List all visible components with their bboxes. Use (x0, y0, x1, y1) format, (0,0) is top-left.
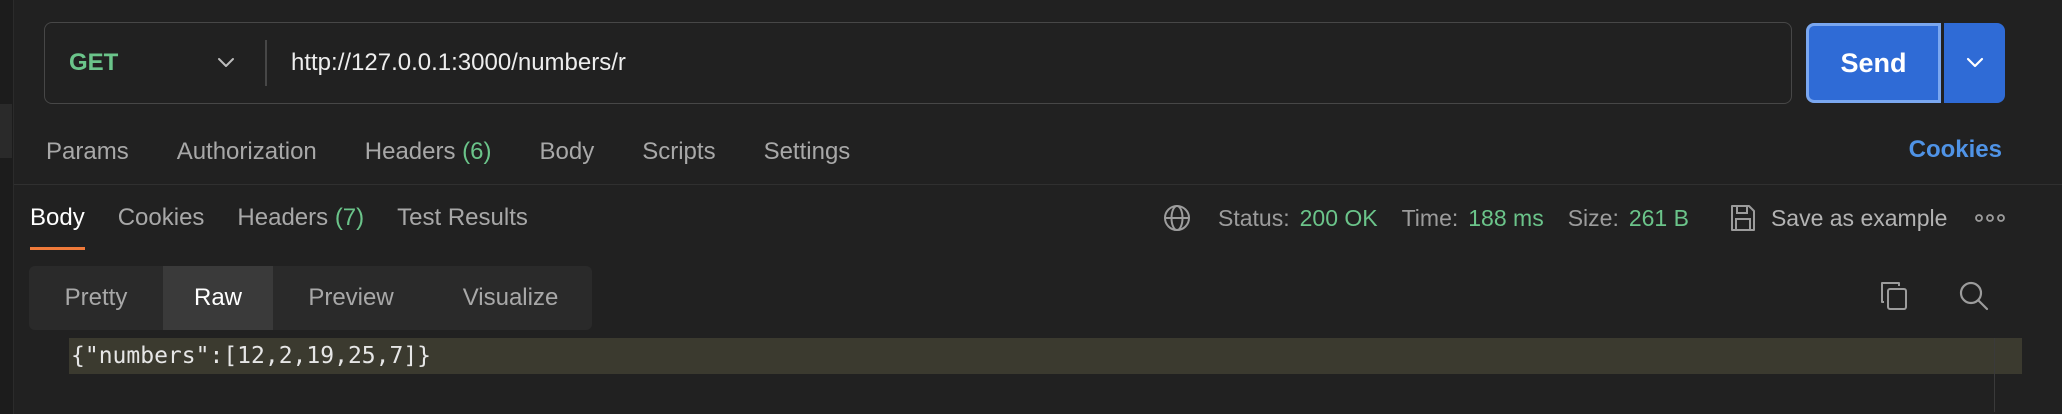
response-tab-cookies[interactable]: Cookies (118, 202, 205, 250)
status-label: Status: (1218, 204, 1290, 231)
url-input[interactable]: http://127.0.0.1:3000/numbers/r (267, 23, 1791, 103)
response-headers-count: (7) (334, 204, 365, 231)
headers-count: (6) (462, 138, 492, 165)
sidebar-edge-marker (0, 104, 12, 158)
body-format-toggle: Pretty Raw Preview Visualize (29, 266, 592, 330)
tab-headers[interactable]: Headers (6) (365, 138, 492, 166)
method-select[interactable]: GET (45, 23, 265, 103)
tab-authorization[interactable]: Authorization (177, 138, 317, 166)
save-as-example-button[interactable]: Save as example (1771, 205, 1947, 232)
response-tab-headers[interactable]: Headers (7) (237, 202, 364, 250)
section-divider (14, 184, 2062, 185)
chevron-down-icon (1966, 57, 1984, 69)
response-tab-headers-label: Headers (237, 204, 329, 231)
request-tabs: Params Authorization Headers (6) Body Sc… (46, 136, 898, 168)
tab-headers-label: Headers (364, 138, 456, 165)
send-button[interactable]: Send (1806, 23, 1941, 103)
size-label: Size: (1567, 204, 1619, 231)
response-meta: Status: 200 OK Time: 188 ms Size: 261 B … (1162, 202, 2006, 234)
format-raw[interactable]: Raw (163, 266, 273, 330)
time-value: 188 ms (1468, 204, 1544, 231)
save-icon[interactable] (1729, 203, 1757, 233)
response-body-text[interactable]: {"numbers":[12,2,19,25,7]} (69, 338, 2022, 374)
response-tab-body[interactable]: Body (30, 202, 85, 250)
tab-settings[interactable]: Settings (764, 138, 851, 166)
tab-scripts[interactable]: Scripts (642, 138, 715, 166)
api-client-window: GET http://127.0.0.1:3000/numbers/r Send… (0, 0, 2062, 414)
tab-params[interactable]: Params (46, 138, 129, 166)
cookies-link[interactable]: Cookies (1909, 136, 2002, 164)
tab-body[interactable]: Body (540, 138, 595, 166)
response-tabs: Body Cookies Headers (7) Test Results (30, 202, 561, 250)
format-visualize[interactable]: Visualize (429, 266, 592, 330)
format-preview[interactable]: Preview (273, 266, 429, 330)
copy-icon[interactable] (1879, 280, 1909, 312)
search-icon[interactable] (1958, 280, 1990, 312)
send-options-button[interactable] (1944, 23, 2005, 103)
format-pretty[interactable]: Pretty (29, 266, 163, 330)
method-label: GET (69, 49, 119, 76)
time-label: Time: (1401, 204, 1459, 231)
request-url-bar: GET http://127.0.0.1:3000/numbers/r (44, 22, 1792, 104)
status-value: 200 OK (1299, 204, 1378, 231)
globe-icon[interactable] (1162, 203, 1192, 233)
size-value: 261 B (1628, 204, 1689, 231)
chevron-down-icon (217, 57, 235, 69)
response-tab-test-results[interactable]: Test Results (397, 202, 528, 250)
more-horizontal-icon[interactable] (1975, 213, 2006, 223)
editor-scroll-edge (1994, 338, 1995, 412)
left-sidebar-edge (0, 0, 14, 414)
